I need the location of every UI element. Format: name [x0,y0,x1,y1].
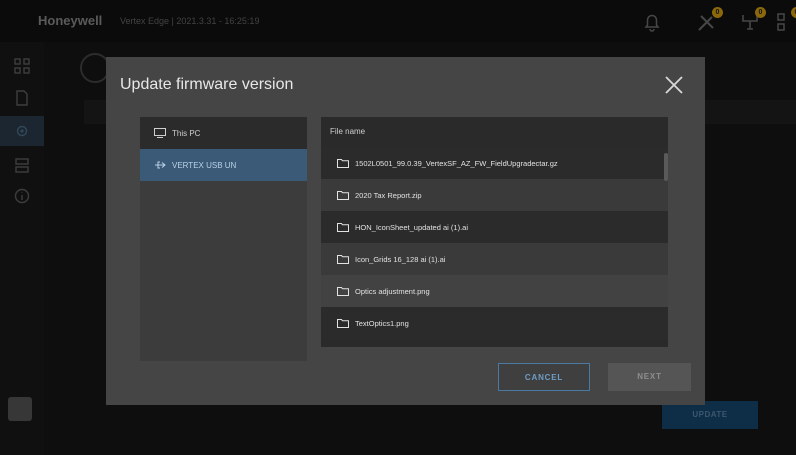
file-row[interactable]: 1502L0501_99.0.39_VertexSF_AZ_FW_FieldUp… [321,147,668,179]
folder-icon [337,190,349,200]
source-list: This PC VERTEX USB UN [140,117,307,361]
file-name: TextOptics1.png [355,318,409,328]
close-icon[interactable] [661,72,687,98]
file-name: 1502L0501_99.0.39_VertexSF_AZ_FW_FieldUp… [355,158,558,168]
next-button[interactable]: NEXT [608,363,691,391]
file-name: HON_IconSheet_updated ai (1).ai [355,222,468,232]
file-row[interactable]: 2020 Tax Report.zip [321,179,668,211]
source-label: This PC [172,128,201,138]
file-name: Icon_Grids 16_128 ai (1).ai [355,254,446,264]
folder-icon [337,158,349,168]
file-row[interactable]: HON_IconSheet_updated ai (1).ai [321,211,668,243]
file-row[interactable]: TextOptics1.png [321,307,668,339]
dialog-title: Update firmware version [120,76,294,93]
usb-icon [154,160,166,170]
file-list-scrollbar[interactable] [664,153,668,181]
folder-icon [337,254,349,264]
folder-icon [337,286,349,296]
file-name: 2020 Tax Report.zip [355,190,422,200]
file-list[interactable]: File name 1502L0501_99.0.39_VertexSF_AZ_… [321,117,668,347]
file-row[interactable]: Icon_Grids 16_128 ai (1).ai [321,243,668,275]
computer-icon [154,128,166,138]
file-name-header: File name [321,117,668,147]
source-item-vertex-usb[interactable]: VERTEX USB UN [140,149,307,181]
cancel-button[interactable]: CANCEL [498,363,590,391]
source-item-this-pc[interactable]: This PC [140,117,307,149]
file-row[interactable]: Optics adjustment.png [321,275,668,307]
file-name: Optics adjustment.png [355,286,430,296]
update-firmware-dialog: Update firmware version This PC VERTEX U… [106,57,705,405]
folder-icon [337,318,349,328]
folder-icon [337,222,349,232]
source-label: VERTEX USB UN [172,160,237,170]
